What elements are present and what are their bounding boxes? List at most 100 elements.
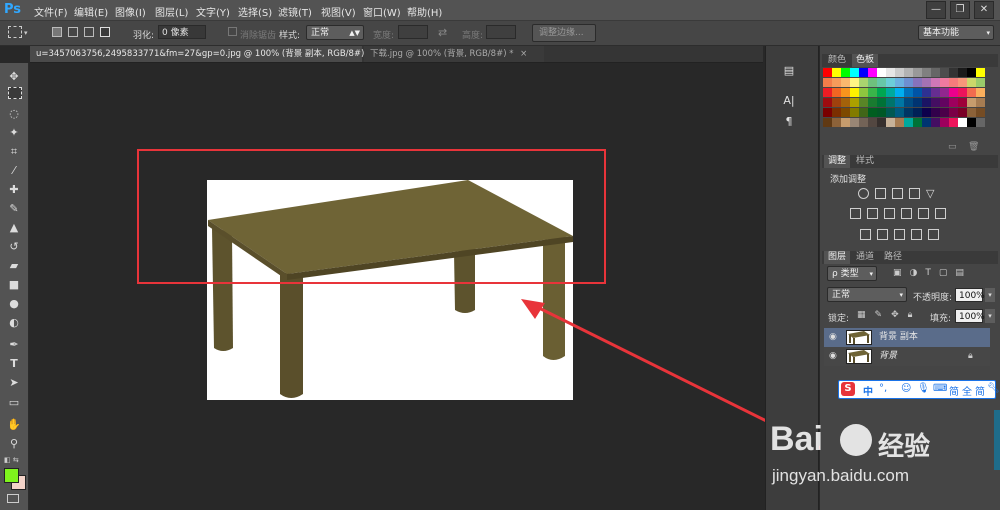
crop-tool-icon[interactable]: ⌗ xyxy=(5,144,23,160)
color-swatch[interactable] xyxy=(976,98,985,107)
color-swatch[interactable] xyxy=(931,108,940,117)
tab-swatches[interactable]: 色板 xyxy=(852,54,879,67)
intersect-selection-icon[interactable] xyxy=(100,27,110,37)
color-swatch[interactable] xyxy=(823,98,832,107)
color-swatch[interactable] xyxy=(877,68,886,77)
tab-channels[interactable]: 通道 xyxy=(852,251,878,264)
color-swatch[interactable] xyxy=(913,98,922,107)
magic-wand-tool-icon[interactable]: ✦ xyxy=(5,125,23,141)
rectangle-tool-icon[interactable]: ▭ xyxy=(5,395,23,411)
menu-image[interactable]: 图像(I) xyxy=(115,4,146,19)
color-balance-icon[interactable] xyxy=(867,208,878,219)
color-swatch[interactable] xyxy=(940,108,949,117)
layer-name[interactable]: 背景 xyxy=(879,347,897,366)
height-input[interactable] xyxy=(486,25,516,39)
blend-mode-select[interactable]: 正常 ▾ xyxy=(827,287,907,302)
color-swatch[interactable] xyxy=(886,78,895,87)
color-swatch[interactable] xyxy=(940,98,949,107)
color-swatch[interactable] xyxy=(949,78,958,87)
color-swatch[interactable] xyxy=(949,88,958,97)
menu-type[interactable]: 文字(Y) xyxy=(196,4,230,19)
color-swatch[interactable] xyxy=(877,118,886,127)
quick-mask-icon[interactable] xyxy=(7,494,19,503)
pen-tool-icon[interactable]: ✒ xyxy=(5,337,23,353)
color-swatch[interactable] xyxy=(976,108,985,117)
color-swatch[interactable] xyxy=(904,118,913,127)
paragraph-panel-icon[interactable]: ¶ xyxy=(774,115,804,131)
menu-help[interactable]: 帮助(H) xyxy=(407,4,442,19)
exposure-icon[interactable] xyxy=(909,188,920,199)
channel-mixer-icon[interactable] xyxy=(918,208,929,219)
color-swatch[interactable] xyxy=(832,78,841,87)
color-swatch[interactable] xyxy=(877,88,886,97)
subtract-selection-icon[interactable] xyxy=(84,27,94,37)
menu-view[interactable]: 视图(V) xyxy=(321,4,356,19)
chevron-down-icon[interactable]: ▾ xyxy=(24,29,28,37)
minimize-button[interactable]: — xyxy=(926,1,946,19)
default-colors-icon[interactable]: ◧ ⇆ xyxy=(4,456,19,464)
color-swatch[interactable] xyxy=(850,78,859,87)
tab-styles[interactable]: 样式 xyxy=(852,155,878,168)
path-selection-tool-icon[interactable]: ➤ xyxy=(5,375,23,391)
color-swatch[interactable] xyxy=(976,68,985,77)
opacity-dropdown-icon[interactable]: ▾ xyxy=(985,288,995,302)
color-swatch[interactable] xyxy=(832,98,841,107)
levels-icon[interactable] xyxy=(875,188,886,199)
photo-filter-icon[interactable] xyxy=(901,208,912,219)
color-swatch[interactable] xyxy=(859,108,868,117)
color-swatch[interactable] xyxy=(922,88,931,97)
ime-punctuation[interactable]: °, xyxy=(879,383,887,394)
menu-select[interactable]: 选择(S) xyxy=(238,4,272,19)
color-swatch[interactable] xyxy=(859,118,868,127)
side-scroll-handle[interactable] xyxy=(994,410,1000,470)
vibrance-icon[interactable]: ▽ xyxy=(926,188,937,199)
color-swatch[interactable] xyxy=(940,68,949,77)
menu-layer[interactable]: 图层(L) xyxy=(155,4,188,19)
lock-transparent-icon[interactable]: ▦ xyxy=(857,310,866,320)
zoom-tool-icon[interactable]: ⚲ xyxy=(5,436,23,452)
menu-edit[interactable]: 编辑(E) xyxy=(74,4,108,19)
color-swatch[interactable] xyxy=(877,78,886,87)
new-swatch-icon[interactable]: ▭ xyxy=(948,142,957,152)
color-swatch[interactable] xyxy=(904,78,913,87)
color-swatch[interactable] xyxy=(877,108,886,117)
lock-all-icon[interactable]: 🔒︎ xyxy=(908,310,913,320)
color-swatch[interactable] xyxy=(967,98,976,107)
color-swatch[interactable] xyxy=(976,118,985,127)
color-swatch[interactable] xyxy=(841,78,850,87)
color-swatch[interactable] xyxy=(913,118,922,127)
color-swatch[interactable] xyxy=(949,108,958,117)
color-swatch[interactable] xyxy=(958,88,967,97)
trash-icon[interactable]: 🗑 xyxy=(968,142,979,152)
lock-position-icon[interactable]: ✥ xyxy=(891,310,899,320)
color-swatch[interactable] xyxy=(913,78,922,87)
color-swatch[interactable] xyxy=(859,98,868,107)
curves-icon[interactable] xyxy=(892,188,903,199)
menu-file[interactable]: 文件(F) xyxy=(34,4,68,19)
new-selection-icon[interactable] xyxy=(52,27,62,37)
ime-keyboard-icon[interactable]: ⌨ xyxy=(933,383,947,394)
width-input[interactable] xyxy=(398,25,428,39)
color-swatch[interactable] xyxy=(967,68,976,77)
color-swatch[interactable] xyxy=(931,118,940,127)
tab-document-1[interactable]: u=3457063756,2495833771&fm=27&gp=0.jpg @… xyxy=(30,46,385,62)
color-swatch[interactable] xyxy=(949,68,958,77)
color-swatch[interactable] xyxy=(886,108,895,117)
color-swatch[interactable] xyxy=(913,68,922,77)
eraser-tool-icon[interactable]: ▰ xyxy=(5,258,23,274)
color-swatch[interactable] xyxy=(922,68,931,77)
color-swatch[interactable] xyxy=(922,118,931,127)
close-button[interactable]: ✕ xyxy=(974,1,994,19)
antialias-checkbox[interactable] xyxy=(228,27,237,36)
color-swatch[interactable] xyxy=(931,98,940,107)
ime-chinese-mode[interactable]: 中 xyxy=(863,383,873,398)
color-swatch[interactable] xyxy=(895,98,904,107)
color-swatch[interactable] xyxy=(958,98,967,107)
color-swatch[interactable] xyxy=(823,68,832,77)
color-swatch[interactable] xyxy=(823,108,832,117)
ime-toolbar[interactable]: S 中 °, ☺ 🎙︎ ⌨ 简 全 简 🔧︎ xyxy=(838,380,1000,399)
color-swatch[interactable] xyxy=(904,98,913,107)
tab-adjustments[interactable]: 调整 xyxy=(824,155,851,168)
color-swatch[interactable] xyxy=(958,78,967,87)
brush-tool-icon[interactable]: ✎ xyxy=(5,201,23,217)
